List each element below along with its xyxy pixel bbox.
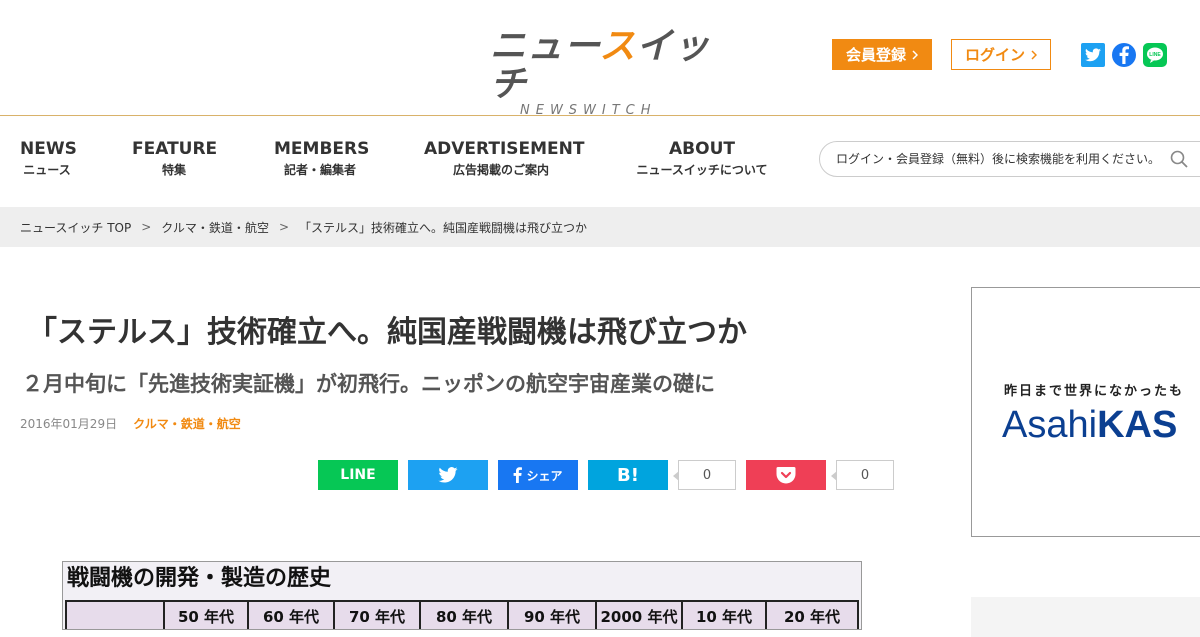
facebook-share-button[interactable]: シェア	[498, 460, 578, 490]
breadcrumb: ニュースイッチ TOP > クルマ・鉄道・航空 > 「ステルス」技術確立へ。純国…	[0, 207, 1200, 247]
line-share-button[interactable]: LINE	[318, 460, 398, 490]
search-icon[interactable]	[1170, 150, 1188, 168]
facebook-icon[interactable]	[1112, 43, 1136, 67]
search-input[interactable]	[836, 152, 1166, 166]
nav-item-about[interactable]: ABOUT ニュースイッチについて	[636, 139, 768, 177]
nav-item-news[interactable]: NEWS ニュース	[20, 139, 77, 177]
twitter-icon	[438, 467, 458, 483]
figure-column-header: 90 年代	[509, 602, 597, 629]
ad-brand: AsahiKAS	[1002, 404, 1178, 446]
facebook-icon	[514, 467, 523, 483]
breadcrumb-item-top[interactable]: ニュースイッチ TOP	[20, 219, 131, 236]
twitter-share-button[interactable]	[408, 460, 488, 490]
hatena-bookmark-button[interactable]: B!	[588, 460, 668, 490]
logo-subtext: NEWSWITCH	[520, 103, 657, 118]
figure-column-header: 80 年代	[421, 602, 509, 629]
article-meta: 2016年01月29日 クルマ・鉄道・航空	[20, 416, 241, 432]
logo-text: ニュースイッチ	[490, 26, 711, 105]
figure-table-corner	[67, 602, 165, 629]
figure-column-header: 2000 年代	[597, 602, 683, 629]
figure-title: 戦闘機の開発・製造の歴史	[67, 566, 332, 591]
article-title: 「ステルス」技術確立へ。純国産戦闘機は飛び立つか	[27, 315, 747, 350]
site-header: ニュースイッチ NEWSWITCH 会員登録 ログイン LINE	[0, 0, 1200, 118]
pocket-icon	[776, 467, 796, 484]
pocket-count: 0	[831, 460, 894, 490]
breadcrumb-item-current: 「ステルス」技術確立へ。純国産戦闘機は飛び立つか	[299, 220, 588, 235]
figure-column-header: 20 年代	[783, 608, 841, 626]
article-figure: 戦闘機の開発・製造の歴史 50 年代 60 年代 70 年代 80 年代 90 …	[62, 561, 862, 630]
nav-item-advertisement[interactable]: ADVERTISEMENT 広告掲載のご案内	[424, 139, 585, 177]
register-button[interactable]: 会員登録	[832, 39, 932, 70]
chevron-right-icon	[1031, 49, 1037, 60]
ad-tagline: 昨日まで世界になかったも	[1004, 384, 1185, 399]
line-icon[interactable]: LINE	[1143, 43, 1167, 67]
article-subtitle: ２月中旬に「先進技術実証機」が初飛行。ニッポンの航空宇宙産業の礎に	[22, 372, 715, 396]
figure-column-header: 60 年代	[249, 602, 335, 629]
site-logo[interactable]: ニュースイッチ NEWSWITCH	[490, 28, 712, 118]
svg-text:LINE: LINE	[1149, 52, 1161, 58]
twitter-icon[interactable]	[1081, 43, 1105, 67]
breadcrumb-item-category[interactable]: クルマ・鉄道・航空	[161, 219, 269, 236]
hatena-icon: B!	[617, 464, 639, 486]
breadcrumb-separator: >	[278, 220, 290, 234]
chevron-right-icon	[912, 49, 918, 60]
figure-table-header: 50 年代 60 年代 70 年代 80 年代 90 年代 2000 年代 10…	[65, 600, 859, 629]
search-box	[819, 141, 1200, 177]
pocket-share-button[interactable]	[746, 460, 826, 490]
sidebar-ad-placeholder	[971, 597, 1200, 637]
main-nav: NEWS ニュース FEATURE 特集 MEMBERS 記者・編集者 ADVE…	[0, 117, 1200, 207]
hatena-bookmark-count: 0	[673, 460, 736, 490]
article-category-link[interactable]: クルマ・鉄道・航空	[133, 416, 241, 432]
nav-item-feature[interactable]: FEATURE 特集	[132, 139, 217, 177]
figure-column-header: 70 年代	[335, 602, 421, 629]
figure-column-header: 50 年代	[165, 602, 249, 629]
breadcrumb-separator: >	[141, 220, 152, 234]
figure-column-header: 10 年代	[683, 602, 767, 629]
sidebar-ad-banner[interactable]: 昨日まで世界になかったも AsahiKAS	[971, 287, 1200, 537]
nav-item-members[interactable]: MEMBERS 記者・編集者	[274, 139, 369, 177]
article-date: 2016年01月29日	[20, 417, 118, 431]
login-button[interactable]: ログイン	[951, 39, 1051, 70]
